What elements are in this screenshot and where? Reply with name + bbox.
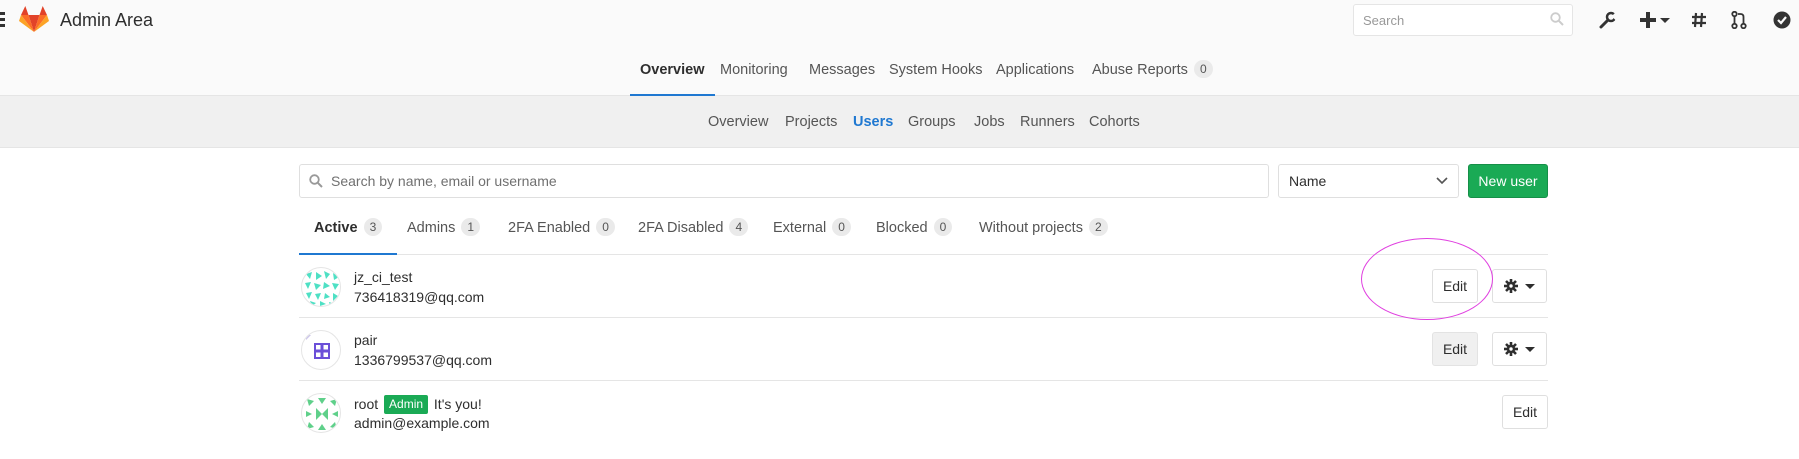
count-badge: 0 — [832, 218, 851, 236]
avatar[interactable] — [301, 393, 341, 433]
avatar[interactable] — [301, 330, 341, 370]
count-badge: 3 — [363, 218, 383, 236]
user-row: pair 1336799537@qq.com Edit — [299, 318, 1548, 381]
edit-user-button[interactable]: Edit — [1502, 395, 1548, 429]
admin-badge: Admin — [384, 395, 429, 414]
subtab-runners[interactable]: Runners — [1020, 96, 1075, 148]
user-name-text: root — [354, 396, 379, 412]
gear-icon — [1504, 342, 1518, 356]
tab-overview[interactable]: Overview — [630, 40, 715, 96]
tab-messages[interactable]: Messages — [809, 40, 875, 96]
scope-tab-blocked[interactable]: Blocked 0 — [876, 210, 953, 255]
gitlab-logo[interactable] — [19, 5, 49, 33]
admin-main-nav: Overview Monitoring Messages System Hook… — [0, 40, 1799, 96]
search-icon — [309, 174, 323, 188]
admin-sub-nav: Overview Projects Users Groups Jobs Runn… — [0, 96, 1799, 148]
user-search-input[interactable] — [331, 165, 1251, 197]
subtab-overview[interactable]: Overview — [708, 96, 768, 148]
user-row: jz_ci_test 736418319@qq.com Edit — [299, 255, 1548, 318]
caret-down-icon — [1525, 283, 1535, 289]
user-search-field[interactable] — [299, 164, 1269, 198]
subtab-groups[interactable]: Groups — [908, 96, 956, 148]
sort-dropdown[interactable]: Name — [1278, 164, 1459, 198]
user-scope-tabs: Active 3 Admins 1 2FA Enabled 0 2FA Disa… — [299, 210, 1548, 255]
tab-monitoring[interactable]: Monitoring — [720, 40, 788, 96]
count-badge: 2 — [1089, 218, 1108, 236]
count-badge: 0 — [596, 218, 615, 236]
avatar[interactable] — [301, 267, 341, 307]
chevron-down-icon — [1436, 177, 1448, 185]
gear-icon — [1504, 279, 1518, 293]
hashtag-icon[interactable] — [1688, 8, 1710, 32]
global-search[interactable] — [1353, 4, 1573, 36]
scope-tab-admins[interactable]: Admins 1 — [407, 210, 481, 255]
its-you-label: It's you! — [433, 396, 482, 412]
subtab-cohorts[interactable]: Cohorts — [1089, 96, 1140, 148]
user-email: 1336799537@qq.com — [354, 352, 492, 368]
scope-tab-active[interactable]: Active 3 — [299, 210, 398, 255]
wrench-icon[interactable] — [1597, 8, 1619, 32]
subtab-users[interactable]: Users — [853, 96, 893, 148]
user-name[interactable]: root Admin It's you! — [354, 395, 482, 414]
merge-request-icon[interactable] — [1728, 8, 1750, 32]
scope-tab-2fa-disabled[interactable]: 2FA Disabled 4 — [638, 210, 749, 255]
subtab-jobs[interactable]: Jobs — [974, 96, 1005, 148]
edit-user-button[interactable]: Edit — [1432, 269, 1478, 303]
user-actions-dropdown[interactable] — [1492, 269, 1547, 303]
user-email: 736418319@qq.com — [354, 289, 485, 305]
count-badge: 0 — [933, 218, 953, 236]
tab-applications[interactable]: Applications — [996, 40, 1074, 96]
new-user-button[interactable]: New user — [1468, 164, 1548, 198]
scope-tab-external[interactable]: External 0 — [773, 210, 851, 255]
app-title: Admin Area — [60, 10, 154, 30]
caret-down-icon — [1525, 346, 1535, 352]
count-badge: 4 — [729, 218, 749, 236]
tab-system-hooks[interactable]: System Hooks — [889, 40, 982, 96]
edit-user-button[interactable]: Edit — [1432, 332, 1478, 366]
user-email: admin@example.com — [354, 415, 490, 431]
count-badge: 1 — [461, 218, 481, 236]
global-search-input[interactable] — [1354, 5, 1534, 35]
user-actions-dropdown[interactable] — [1492, 332, 1547, 366]
sort-value: Name — [1289, 173, 1327, 189]
user-name[interactable]: jz_ci_test — [354, 269, 412, 285]
search-icon — [1550, 12, 1564, 26]
scope-tab-without-projects[interactable]: Without projects 2 — [979, 210, 1108, 255]
top-navbar: Admin Area — [0, 0, 1799, 40]
user-row: root Admin It's you! admin@example.com E… — [299, 381, 1548, 444]
todos-check-icon[interactable] — [1771, 8, 1793, 32]
scope-tab-2fa-enabled[interactable]: 2FA Enabled 0 — [508, 210, 615, 255]
user-name[interactable]: pair — [354, 332, 377, 348]
subtab-projects[interactable]: Projects — [785, 96, 837, 148]
menu-icon[interactable] — [0, 12, 5, 28]
tab-abuse-reports[interactable]: Abuse Reports 0 — [1092, 40, 1213, 96]
count-badge: 0 — [1193, 60, 1213, 78]
new-dropdown-icon[interactable] — [1638, 8, 1672, 32]
